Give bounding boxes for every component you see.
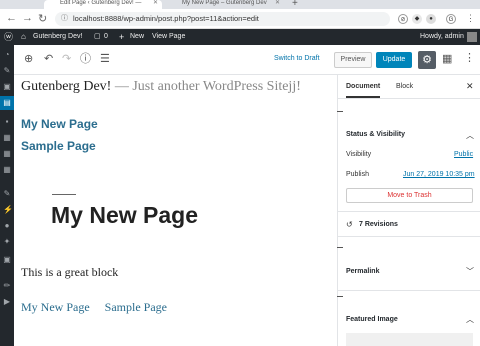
divider — [338, 211, 480, 212]
browser-menu-icon[interactable]: ⋮ — [466, 13, 475, 24]
dashboard-icon[interactable]: ◔ — [3, 51, 11, 59]
browser-tab[interactable]: My New Page – Gutenberg Dev ✕ — [166, 0, 284, 9]
extension-icon[interactable]: ◆ — [412, 14, 422, 24]
collapse-icon[interactable]: ▶ — [3, 298, 11, 306]
block-grid-icon[interactable]: ▦ — [442, 52, 452, 65]
nav-link[interactable]: My New Page — [21, 117, 98, 131]
resize-handle — [337, 111, 343, 112]
page-title[interactable]: My New Page — [51, 202, 198, 229]
users-icon[interactable]: ● — [3, 222, 11, 230]
close-icon[interactable]: ✕ — [466, 81, 474, 92]
edit-icon[interactable]: ✏ — [3, 282, 11, 290]
set-featured-image-button[interactable] — [346, 333, 473, 346]
layout-icon[interactable]: ▦ — [3, 166, 11, 174]
nav-link[interactable]: Sample Page — [21, 139, 96, 153]
tab-block[interactable]: Block — [396, 83, 413, 90]
info-icon[interactable]: ⓘ — [80, 53, 91, 65]
editor-canvas: Gutenberg Dev! — Just another WordPress … — [14, 75, 337, 346]
permalink-heading[interactable]: Permalink — [346, 268, 379, 275]
document-settings-panel: Document Block ✕ Status & Visibility ︿ V… — [337, 75, 480, 346]
site-name-link[interactable]: Gutenberg Dev! — [33, 29, 82, 45]
address-bar-row: ← → ↻ ⓘ localhost:8888/wp-admin/post.php… — [0, 9, 480, 29]
reload-icon[interactable]: ↻ — [38, 12, 47, 25]
comment-icon[interactable]: ▢ — [94, 29, 101, 45]
home-icon[interactable]: ⌂ — [21, 29, 26, 45]
tab-document[interactable]: Document — [346, 83, 381, 98]
browser-tabbar: Edit Page ‹ Gutenberg Dev! — ✕ My New Pa… — [0, 0, 480, 9]
paragraph-block[interactable]: This is a great block — [21, 265, 118, 280]
footer-links: My New Page Sample Page — [21, 300, 179, 315]
footer-link[interactable]: My New Page — [21, 300, 90, 314]
site-title-block[interactable]: Gutenberg Dev! — Just another WordPress … — [21, 79, 301, 95]
divider — [338, 236, 480, 237]
chevron-up-icon[interactable]: ︿ — [466, 314, 474, 325]
wp-admin-menu: ◔ ✎ ▣ ▤ ▪ ▦ ▦ ▦ ✎ ⚡ ● ✦ ▣ ✏ ▶ — [0, 45, 14, 346]
move-to-trash-button[interactable]: Move to Trash — [346, 188, 473, 203]
outline-icon[interactable]: ☰ — [100, 53, 110, 65]
grid-icon[interactable]: ▦ — [3, 150, 11, 158]
settings-gear-icon[interactable]: ⚙ — [418, 51, 436, 69]
avatar[interactable] — [467, 32, 477, 42]
footer-link[interactable]: Sample Page — [105, 300, 167, 314]
add-block-icon[interactable]: ⊕ — [24, 53, 33, 65]
history-icon: ↺ — [346, 220, 353, 229]
comments-count[interactable]: 0 — [104, 29, 108, 45]
new-link[interactable]: New — [130, 29, 144, 45]
new-tab-icon[interactable]: + — [292, 0, 298, 9]
profile-avatar[interactable]: G — [446, 14, 456, 24]
plus-icon[interactable]: + — [119, 29, 124, 45]
publish-label: Publish — [346, 171, 369, 178]
resize-handle — [337, 247, 343, 248]
revisions-link[interactable]: 7 Revisions — [359, 221, 398, 228]
visibility-label: Visibility — [346, 151, 372, 158]
tools-icon[interactable]: ✦ — [3, 238, 11, 246]
url-text: localhost:8888/wp-admin/post.php?post=11… — [73, 14, 259, 23]
divider — [338, 290, 480, 291]
settings-icon[interactable]: ▣ — [3, 256, 11, 264]
browser-tab-active[interactable]: Edit Page ‹ Gutenberg Dev! — ✕ — [44, 0, 162, 9]
switch-to-draft-button[interactable]: Switch to Draft — [274, 55, 320, 62]
extension-icon[interactable]: ⊘ — [398, 14, 408, 24]
howdy-link[interactable]: Howdy, admin — [420, 29, 464, 45]
tab-title: Edit Page ‹ Gutenberg Dev! — — [60, 0, 142, 6]
redo-icon[interactable]: ↷ — [62, 53, 71, 65]
update-button[interactable]: Update — [376, 52, 412, 68]
site-title: Gutenberg Dev! — [21, 79, 112, 94]
view-page-link[interactable]: View Page — [152, 29, 185, 45]
info-icon[interactable]: ⓘ — [61, 12, 68, 26]
plugins-icon[interactable]: ⚡ — [3, 206, 13, 214]
pages-icon[interactable]: ▤ — [0, 96, 14, 110]
undo-icon[interactable]: ↶ — [44, 53, 53, 65]
wp-admin-bar: ⓦ ⌂ Gutenberg Dev! ▢ 0 + New View Page H… — [0, 29, 480, 45]
media-icon[interactable]: ▣ — [3, 83, 11, 91]
url-field[interactable]: ⓘ localhost:8888/wp-admin/post.php?post=… — [55, 12, 435, 26]
extension-icon[interactable]: ● — [426, 14, 436, 24]
resize-handle — [337, 296, 343, 297]
site-tagline: — Just another WordPress Sitejj! — [114, 79, 301, 94]
publish-date-link[interactable]: Jun 27, 2019 10:35 pm — [403, 171, 475, 178]
forward-icon[interactable]: → — [22, 12, 33, 24]
status-visibility-heading[interactable]: Status & Visibility — [346, 131, 405, 138]
appearance-icon[interactable]: ✎ — [3, 190, 11, 198]
visibility-value-link[interactable]: Public — [454, 151, 473, 158]
tab-title: My New Page – Gutenberg Dev — [182, 0, 267, 6]
featured-image-heading[interactable]: Featured Image — [346, 316, 398, 323]
separator — [52, 194, 76, 195]
panel-tabs: Document Block ✕ — [338, 75, 480, 99]
back-icon[interactable]: ← — [6, 12, 17, 24]
chevron-down-icon[interactable]: ﹀ — [466, 266, 474, 277]
blocks-icon[interactable]: ▦ — [3, 134, 11, 142]
preview-button[interactable]: Preview — [334, 52, 372, 68]
close-icon[interactable]: ✕ — [153, 0, 158, 7]
close-icon[interactable]: ✕ — [275, 0, 280, 7]
more-menu-icon[interactable]: ⋮ — [464, 51, 475, 64]
editor-toolbar: ⊕ ↶ ↷ ⓘ ☰ Switch to Draft Preview Update… — [14, 45, 480, 75]
wordpress-logo-icon[interactable]: ⓦ — [4, 29, 13, 45]
pin-icon[interactable]: ✎ — [3, 67, 11, 75]
comments-icon[interactable]: ▪ — [3, 118, 11, 126]
chevron-up-icon[interactable]: ︿ — [466, 130, 474, 141]
